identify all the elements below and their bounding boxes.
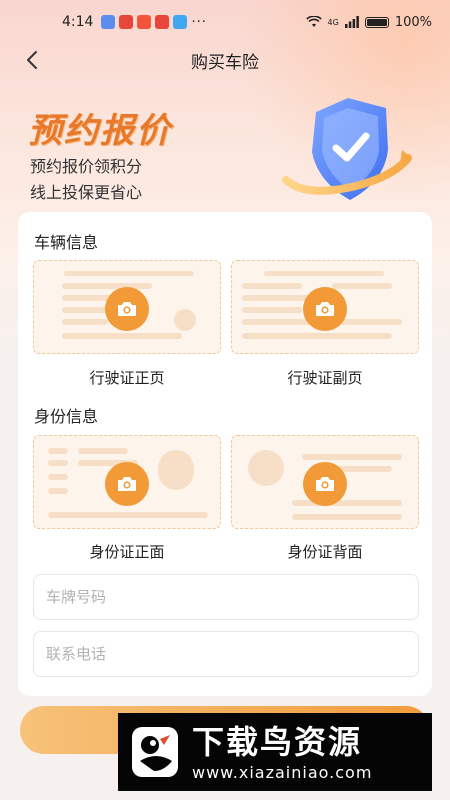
phone-input[interactable] [34,632,418,676]
app-icon [155,15,170,29]
placeholder-line [62,319,108,325]
battery-label: 100% [394,14,432,30]
shield-check-icon [282,98,412,200]
bird-logo-icon [132,727,178,777]
banner-title: 预约报价 [28,111,172,151]
placeholder-line [78,448,128,454]
placeholder-line [332,283,392,289]
placeholder-line [48,474,68,480]
app-icon [101,15,116,29]
placeholder-line [48,488,68,494]
watermark-title: 下载鸟资源 [192,723,363,761]
network-label: 4G [327,17,339,27]
camera-icon [118,477,136,491]
nav-bar: 购买车险 [0,40,450,80]
app-icon [137,15,152,29]
camera-icon [316,302,334,316]
placeholder-emblem [248,450,284,486]
camera-icon [316,477,334,491]
identity-section-title: 身份信息 [34,407,99,426]
id-card-front-label: 身份证正面 [89,543,165,561]
id-card-back-upload[interactable] [231,435,419,529]
placeholder-line [242,307,302,313]
placeholder-line [242,295,312,301]
vehicle-license-back-upload[interactable] [231,260,419,354]
vehicle-license-back-label: 行驶证副页 [287,369,363,387]
chevron-left-icon [27,51,37,69]
placeholder-line [62,283,152,289]
placeholder-line [62,333,182,339]
camera-button[interactable] [105,287,149,331]
back-button[interactable] [18,46,46,74]
battery-icon [364,16,389,28]
banner-subtitle-2: 线上投保更省心 [30,183,143,202]
plate-number-field[interactable] [33,574,419,620]
banner-subtitle-1: 预约报价领积分 [30,157,143,176]
placeholder-line [48,512,208,518]
phone-field[interactable] [33,631,419,677]
camera-button[interactable] [105,462,149,506]
page-title: 购买车险 [191,52,259,73]
vehicle-license-front-label: 行驶证正页 [89,369,165,387]
placeholder-line [48,460,68,466]
app-icon [119,15,134,29]
camera-button[interactable] [303,462,347,506]
status-time: 4:14 [62,14,94,30]
placeholder-line [292,500,402,506]
placeholder-avatar [158,450,194,490]
plate-number-input[interactable] [34,575,418,619]
watermark: 下载鸟资源 www.xiazainiao.com [118,713,432,791]
watermark-url: www.xiazainiao.com [192,763,373,782]
placeholder-line [242,333,392,339]
placeholder-line [242,283,302,289]
placeholder-line [64,271,194,276]
vehicle-license-front-upload[interactable] [33,260,221,354]
placeholder-line [302,454,402,460]
vehicle-section-title: 车辆信息 [34,233,99,252]
wifi-icon [305,16,322,27]
placeholder-line [48,448,68,454]
camera-icon [118,302,136,316]
app-icon [173,15,188,29]
status-more: ··· [191,14,207,30]
placeholder-line [292,514,402,520]
signal-icon [344,16,359,28]
camera-button[interactable] [303,287,347,331]
id-card-back-label: 身份证背面 [287,543,363,561]
placeholder-line [264,271,384,276]
status-bar: 4:14 ··· 4G 100% [0,0,450,44]
placeholder-avatar [174,309,196,331]
id-card-front-upload[interactable] [33,435,221,529]
status-app-icons [101,15,188,29]
